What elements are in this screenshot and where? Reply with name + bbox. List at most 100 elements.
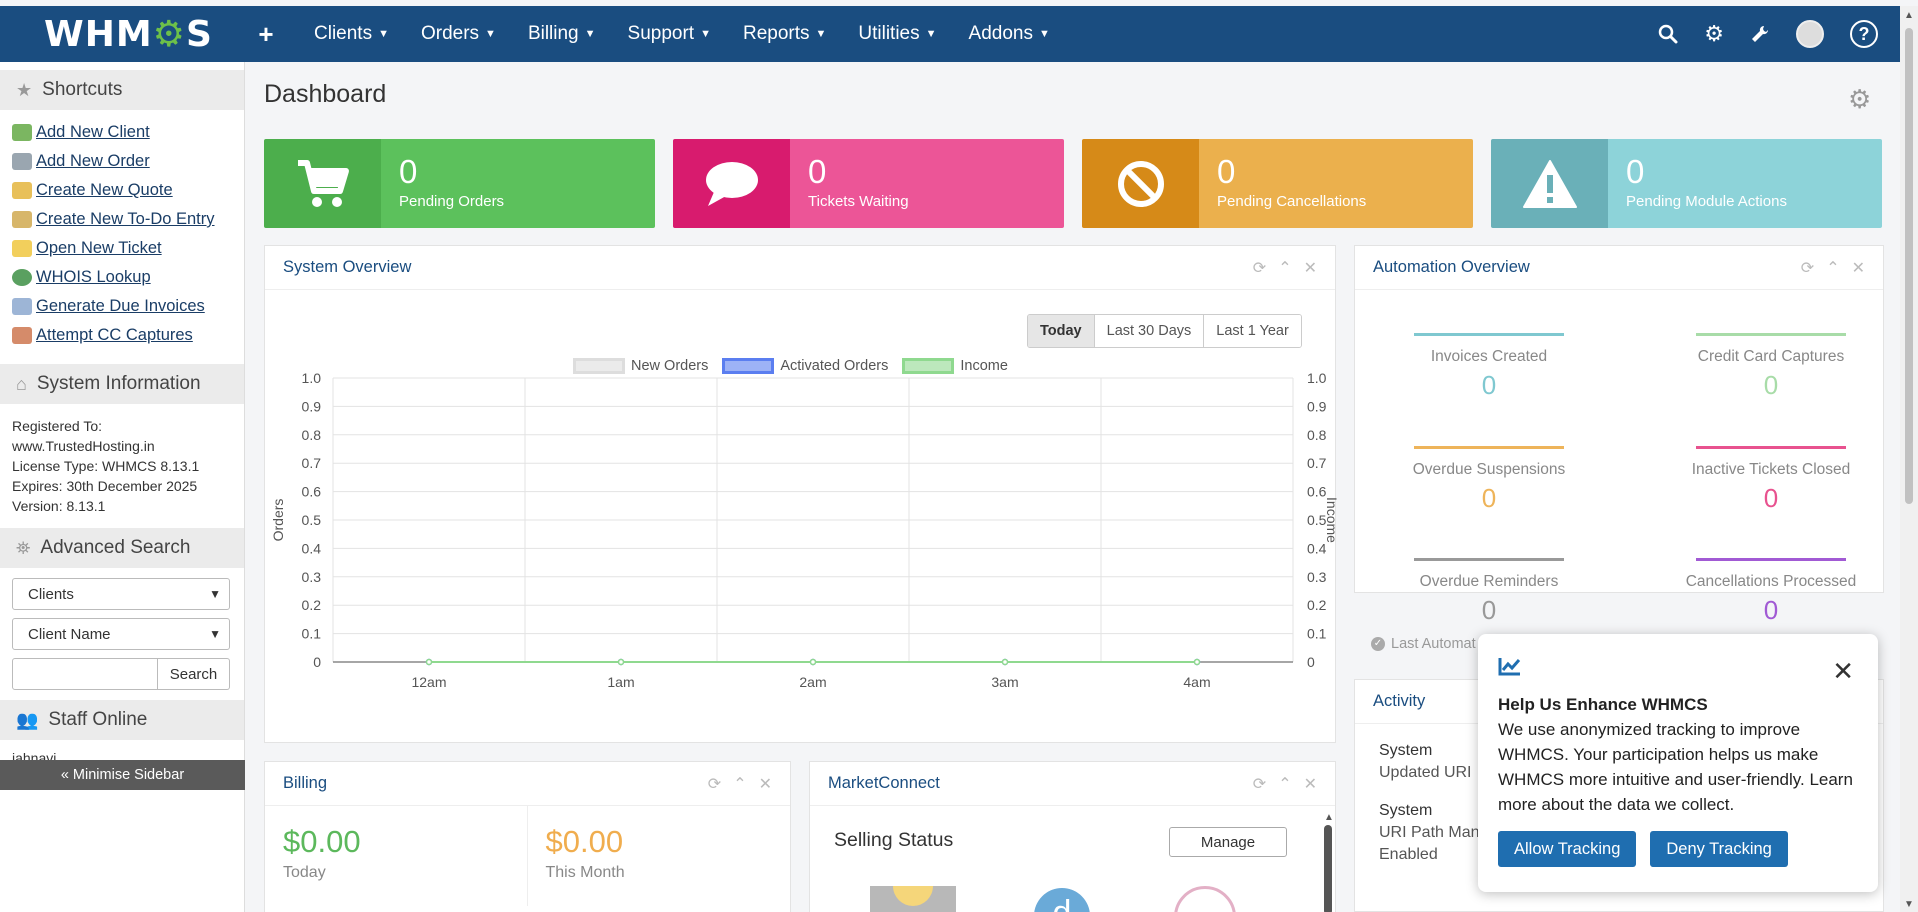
shortcut-attempt-cc-captures[interactable]: Attempt CC Captures (12, 321, 244, 350)
billing-today-label: Today (283, 864, 326, 881)
dashboard-settings-icon[interactable]: ⚙ (1848, 84, 1871, 115)
nav-reports[interactable]: Reports ▼ (727, 23, 842, 45)
nav-support[interactable]: Support ▼ (612, 23, 727, 45)
series-point-0 (1193, 658, 1201, 666)
search-type-select[interactable]: Clients ▼ (12, 578, 230, 610)
auto-label: Credit Card Captures (1697, 348, 1845, 365)
page-scrollbar[interactable]: ▲ ▼ (1900, 6, 1918, 912)
scroll-up-icon[interactable]: ▲ (1904, 10, 1914, 21)
shortcut-generate-due-invoices[interactable]: Generate Due Invoices (12, 292, 244, 321)
last-automation-run: ✓ Last Automat (1371, 636, 1476, 652)
automation-overview-panel: Automation Overview ⟳ ⌃ ✕ Invoices Creat… (1354, 245, 1884, 652)
nav-label: Billing (527, 23, 579, 44)
series-point-2 (617, 658, 625, 666)
range-30-days-button[interactable]: Last 30 Days (1093, 315, 1204, 347)
stat-value: 0 (1217, 153, 1236, 190)
nav-label: Support (627, 23, 695, 44)
stat-pending-cancellations[interactable]: 0 Pending Cancellations (1082, 139, 1473, 228)
refresh-icon[interactable]: ⟳ (1253, 258, 1266, 278)
deny-tracking-button[interactable]: Deny Tracking (1650, 831, 1788, 867)
close-icon[interactable]: ✕ (1852, 258, 1865, 278)
scroll-down-icon[interactable]: ▼ (1904, 899, 1914, 910)
shortcut-add-new-order[interactable]: Add New Order (12, 147, 244, 176)
nav-orders[interactable]: Orders ▼ (405, 23, 512, 45)
shortcut-add-new-client[interactable]: Add New Client (12, 118, 244, 147)
search-button[interactable]: Search (158, 658, 230, 690)
close-icon[interactable]: ✕ (1304, 774, 1317, 794)
stat-tickets-waiting[interactable]: 0 Tickets Waiting (673, 139, 1064, 228)
scrollbar-thumb[interactable] (1905, 28, 1913, 504)
shortcut-label: Add New Client (36, 123, 150, 141)
shortcut-open-new-ticket[interactable]: Open New Ticket (12, 234, 244, 263)
chart-trend-icon (1498, 658, 1521, 676)
advanced-search-header: ⛯ Advanced Search (0, 528, 244, 568)
series-point-1 (425, 658, 433, 666)
legend-new-orders[interactable]: New Orders (573, 358, 708, 374)
nav-billing[interactable]: Billing ▼ (512, 23, 612, 45)
auto-value: 0 (1481, 483, 1497, 513)
help-icon[interactable]: ? (1850, 20, 1878, 48)
stat-label: Pending Module Actions (1626, 193, 1787, 210)
auto-bar (1414, 558, 1564, 561)
series-point-1 (809, 658, 817, 666)
panel-title: Activity (1373, 692, 1426, 710)
quick-add-icon[interactable]: + (244, 19, 288, 50)
y2-tick-label: 0.8 (1307, 427, 1327, 443)
page-title: Dashboard (264, 80, 387, 108)
close-icon[interactable]: ✕ (1304, 258, 1317, 278)
allow-tracking-button[interactable]: Allow Tracking (1498, 831, 1637, 867)
legend-label: Activated Orders (780, 358, 889, 374)
stat-pending-orders[interactable]: 0 Pending Orders (264, 139, 655, 228)
collapse-icon[interactable]: ⌃ (1278, 774, 1291, 794)
panel-header: Automation Overview ⟳ ⌃ ✕ (1355, 246, 1883, 290)
close-icon[interactable]: ✕ (1832, 656, 1854, 687)
legend-income[interactable]: Income (902, 358, 1008, 374)
system-info-title: System Information (36, 373, 201, 394)
y-tick-label: 0.6 (302, 484, 322, 500)
shortcut-label: Attempt CC Captures (36, 326, 193, 344)
nav-addons[interactable]: Addons ▼ (953, 23, 1066, 45)
search-field-select[interactable]: Client Name ▼ (12, 618, 230, 650)
auto-label: Inactive Tickets Closed (1691, 461, 1851, 478)
refresh-icon[interactable]: ⟳ (708, 774, 721, 794)
y2-tick-label: 0.1 (1307, 626, 1327, 642)
shortcut-create-new-quote[interactable]: Create New Quote (12, 176, 244, 205)
scroll-up-icon[interactable]: ▲ (1324, 812, 1334, 823)
panel-scrollbar[interactable]: ▲ (1324, 812, 1334, 912)
y-tick-label: 0.8 (302, 427, 322, 443)
panel-controls: ⟳ ⌃ ✕ (708, 774, 772, 794)
nav-utilities[interactable]: Utilities ▼ (842, 23, 952, 45)
sidebar: ★ Shortcuts Add New Client Add New Order… (0, 62, 245, 912)
y-tick-label: 1.0 (302, 370, 322, 386)
avatar[interactable] (1796, 20, 1824, 48)
legend-activated-orders[interactable]: Activated Orders (722, 358, 888, 374)
range-today-button[interactable]: Today (1028, 315, 1094, 347)
collapse-icon[interactable]: ⌃ (733, 774, 746, 794)
stat-pending-module-actions[interactable]: 0 Pending Module Actions (1491, 139, 1882, 228)
collapse-icon[interactable]: ⌃ (1278, 258, 1291, 278)
panel-title: System Overview (283, 258, 412, 276)
auto-label: Overdue Suspensions (1412, 461, 1566, 478)
refresh-icon[interactable]: ⟳ (1253, 774, 1266, 794)
minimise-sidebar-button[interactable]: « Minimise Sidebar (0, 760, 245, 790)
shortcut-whois-lookup[interactable]: WHOIS Lookup (12, 263, 244, 292)
nav-clients[interactable]: Clients ▼ (298, 23, 405, 45)
refresh-icon[interactable]: ⟳ (1801, 258, 1814, 278)
search-input[interactable] (12, 658, 158, 690)
range-1-year-button[interactable]: Last 1 Year (1203, 315, 1301, 347)
wrench-icon[interactable] (1750, 24, 1770, 44)
cogs-icon[interactable]: ⚙ (1704, 21, 1724, 47)
y-tick-label: 0 (313, 654, 321, 670)
collapse-icon[interactable]: ⌃ (1826, 258, 1839, 278)
shortcut-create-new-todo[interactable]: Create New To-Do Entry (12, 205, 244, 234)
auto-value: 0 (1763, 483, 1779, 513)
close-icon[interactable]: ✕ (759, 774, 772, 794)
auto-inactive-tickets-closed: Inactive Tickets Closed 0 (1671, 446, 1871, 514)
whmcs-logo[interactable]: WHM ⚙ S (0, 6, 220, 62)
check-circle-icon: ✓ (1371, 637, 1385, 651)
search-icon[interactable] (1658, 24, 1678, 44)
series-point-1 (617, 658, 625, 666)
scrollbar-thumb[interactable] (1324, 825, 1332, 912)
quote-icon (12, 182, 32, 199)
manage-button[interactable]: Manage (1169, 827, 1287, 857)
